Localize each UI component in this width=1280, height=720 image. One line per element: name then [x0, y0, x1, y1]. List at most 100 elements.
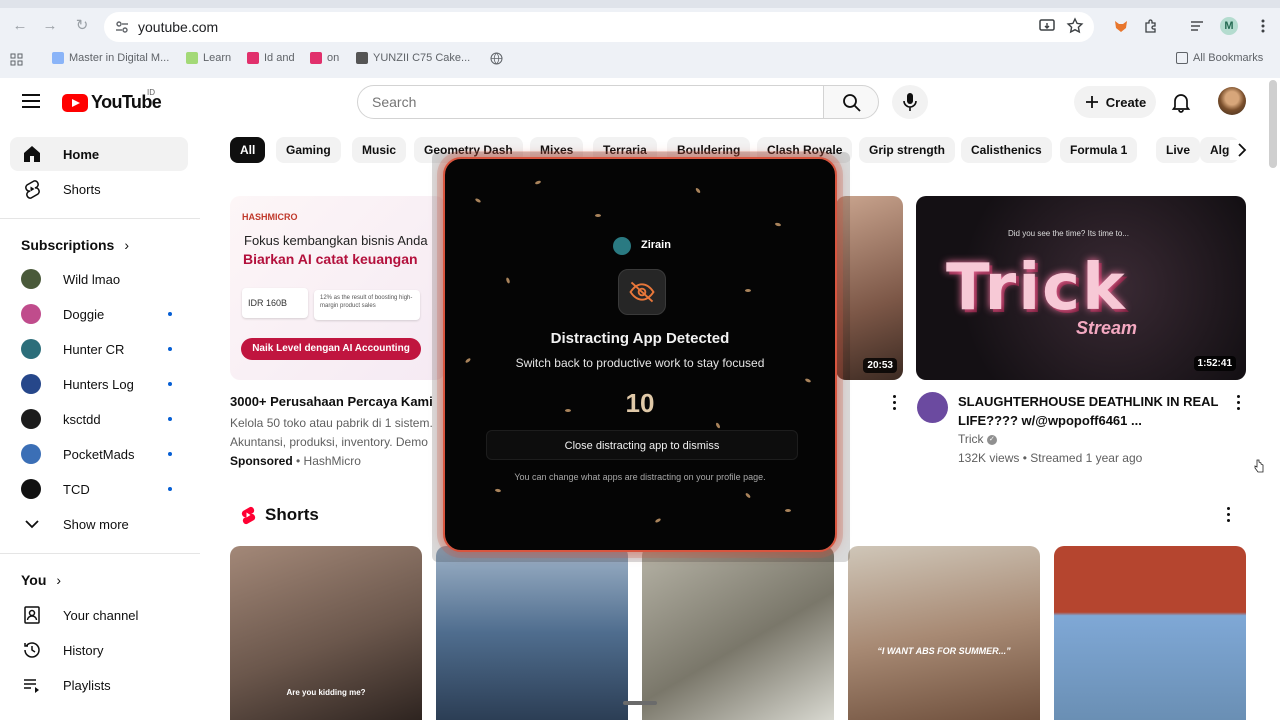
bookmark-star-icon[interactable]	[1066, 17, 1084, 35]
page-scrollbar[interactable]	[1269, 80, 1277, 168]
subscription-item[interactable]: Doggie	[10, 297, 188, 331]
ad-title[interactable]: 3000+ Perusahaan Percaya Kami	[230, 392, 445, 411]
you-heading-label: You	[21, 572, 47, 588]
video-thumbnail[interactable]: Did you see the time? Its time to... Tri…	[916, 196, 1246, 380]
subscription-name: TCD	[63, 481, 90, 497]
subscription-item[interactable]: ksctdd	[10, 402, 188, 436]
subscription-item[interactable]: PocketMads	[10, 437, 188, 471]
tab-strip	[0, 0, 1280, 8]
chip[interactable]: Live	[1156, 137, 1201, 163]
sidebar-item-your-channel[interactable]: Your channel	[10, 598, 188, 632]
distraction-modal: Zirain Distracting App Detected Switch b…	[443, 157, 837, 552]
bookmark-item[interactable]: on	[310, 52, 339, 64]
ad-headline-accent: Biarkan AI catat keuangan	[243, 251, 418, 267]
subscription-item[interactable]: Wild lmao	[10, 262, 188, 296]
you-heading[interactable]: You ›	[21, 572, 61, 588]
reload-icon[interactable]: ↻	[72, 16, 92, 36]
chip[interactable]: Gaming	[276, 137, 341, 163]
chip[interactable]: Music	[352, 137, 407, 163]
bookmark-item[interactable]: Master in Digital M...	[52, 52, 169, 64]
show-more-label: Show more	[63, 516, 129, 532]
search-box[interactable]	[357, 85, 824, 119]
short-thumbnail[interactable]: Are you kidding me?	[230, 546, 422, 720]
chip[interactable]: Grip strength	[859, 137, 956, 163]
subscription-name: ksctdd	[63, 411, 101, 427]
short-thumbnail[interactable]	[436, 546, 628, 720]
sidebar-item-playlists[interactable]: Playlists	[10, 668, 188, 702]
thumbnail-caption: Did you see the time? Its time to...	[1008, 229, 1129, 238]
all-bookmarks[interactable]: All Bookmarks	[1176, 52, 1263, 64]
menu-icon[interactable]	[22, 94, 40, 108]
browser-menu-icon[interactable]	[1254, 17, 1272, 35]
instagram-icon	[247, 52, 259, 64]
short-thumbnail[interactable]: “I WANT ABS FOR SUMMER...”	[848, 546, 1040, 720]
sidebar-item-label: Shorts	[63, 181, 101, 197]
falling-petal	[804, 377, 812, 384]
sidebar-item-shorts[interactable]: Shorts	[10, 172, 188, 206]
chip[interactable]: All	[230, 137, 266, 163]
sidebar-item-history[interactable]: History	[10, 633, 188, 667]
video-stats: 132K views • Streamed 1 year ago	[958, 451, 1143, 465]
browser-profile-avatar[interactable]: M	[1220, 17, 1238, 35]
bookmark-item[interactable]: Id and	[247, 52, 295, 64]
video-menu-icon[interactable]	[893, 395, 897, 411]
sidebar-item-home[interactable]: Home	[10, 137, 188, 171]
chip[interactable]: Calisthenics	[961, 137, 1052, 163]
channel-name[interactable]: Trick	[958, 432, 984, 446]
bookmark-item[interactable]: YUNZII C75 Cake...	[356, 52, 470, 64]
chip[interactable]: Formula 1	[1060, 137, 1138, 163]
ad-card[interactable]: HASHMICRO Fokus kembangkan bisnis Anda B…	[230, 196, 445, 476]
app-name: Zirain	[641, 239, 671, 251]
video-title[interactable]: SLAUGHTERHOUSE DEATHLINK IN REAL LIFE???…	[958, 392, 1234, 430]
install-app-icon[interactable]	[1038, 17, 1056, 35]
short-caption: Are you kidding me?	[286, 688, 366, 697]
reading-list-icon[interactable]	[1188, 17, 1206, 35]
subscription-item[interactable]: Hunters Log	[10, 367, 188, 401]
instagram-icon	[310, 52, 322, 64]
short-thumbnail[interactable]	[1054, 546, 1246, 720]
hand-cursor-icon	[1254, 459, 1264, 473]
account-avatar[interactable]	[1218, 87, 1246, 115]
forward-icon[interactable]: →	[40, 16, 60, 36]
extensions-puzzle-icon[interactable]	[1142, 17, 1160, 35]
subscription-name: Hunter CR	[63, 341, 125, 357]
bookmark-item[interactable]: Learn	[186, 52, 231, 64]
falling-petal	[694, 187, 702, 194]
back-icon[interactable]: ←	[10, 16, 30, 36]
apps-grid-icon[interactable]	[10, 53, 23, 66]
fox-extension-icon[interactable]	[1112, 17, 1130, 35]
site-settings-icon[interactable]	[114, 19, 130, 35]
subscription-item[interactable]: TCD	[10, 472, 188, 506]
globe-icon[interactable]	[490, 52, 503, 65]
video-card[interactable]: Did you see the time? Its time to... Tri…	[916, 196, 1246, 476]
channel-avatar	[21, 444, 41, 464]
short-thumbnail[interactable]	[642, 546, 834, 720]
show-more-button[interactable]: Show more	[10, 507, 188, 541]
subscription-item[interactable]: Hunter CR	[10, 332, 188, 366]
search-button[interactable]	[823, 85, 879, 119]
subscriptions-heading[interactable]: Subscriptions ›	[21, 237, 129, 253]
sidebar-item-label: Playlists	[63, 677, 111, 693]
create-button[interactable]: Create	[1074, 86, 1156, 118]
search-input[interactable]	[372, 94, 792, 110]
search-icon	[843, 94, 861, 112]
falling-petal	[474, 197, 482, 204]
new-content-dot	[168, 382, 172, 386]
video-menu-icon[interactable]	[1237, 395, 1241, 411]
notifications-bell-icon[interactable]	[1170, 91, 1192, 113]
falling-petal	[595, 214, 601, 217]
address-bar[interactable]: youtube.com	[104, 12, 1094, 42]
divider	[0, 218, 200, 219]
create-label: Create	[1105, 94, 1147, 110]
url-text[interactable]: youtube.com	[138, 19, 218, 35]
bookmark-label: Id and	[264, 52, 295, 64]
falling-petal	[744, 492, 752, 499]
dismiss-instruction[interactable]: Close distracting app to dismiss	[486, 430, 798, 460]
channel-avatar[interactable]	[917, 392, 948, 423]
voice-search-button[interactable]	[892, 85, 928, 119]
shorts-menu-icon[interactable]	[1227, 507, 1231, 523]
subscription-name: Doggie	[63, 306, 105, 322]
chips-next-icon[interactable]	[1230, 140, 1254, 160]
channel-line[interactable]: Trick ✓	[958, 430, 997, 449]
ad-thumbnail[interactable]: HASHMICRO Fokus kembangkan bisnis Anda B…	[230, 196, 445, 380]
